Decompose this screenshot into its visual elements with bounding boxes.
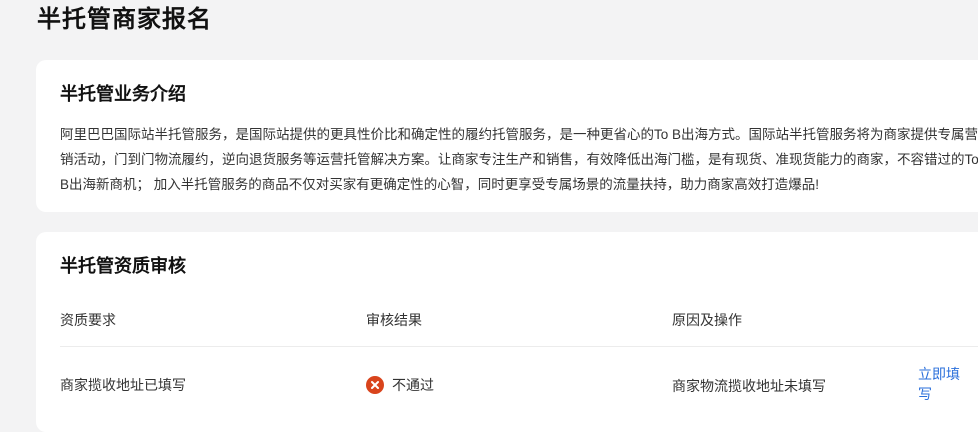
reason-cell: 商家物流揽收地址未填写 (672, 378, 826, 394)
review-card: 半托管资质审核 资质要求 审核结果 原因及操作 商家揽收地址已填写 不通过 商家… (36, 232, 978, 432)
column-header-requirement: 资质要求 (60, 312, 116, 328)
table-row: 商家揽收地址已填写 不通过 商家物流揽收地址未填写 立即填写 (60, 362, 978, 412)
column-header-reason: 原因及操作 (672, 312, 742, 328)
error-circle-icon (366, 376, 384, 394)
fill-now-link[interactable]: 立即填写 (918, 364, 964, 404)
table-divider (60, 346, 978, 347)
result-cell: 不通过 (392, 377, 434, 393)
review-card-title: 半托管资质审核 (60, 256, 186, 276)
table-header: 资质要求 审核结果 原因及操作 (60, 310, 978, 348)
page-title: 半托管商家报名 (37, 6, 212, 33)
intro-description: 阿里巴巴国际站半托管服务，是国际站提供的更具性价比和确定性的履约托管服务，是一种… (60, 127, 978, 192)
intro-card-title: 半托管业务介绍 (60, 84, 186, 104)
column-header-result: 审核结果 (366, 312, 422, 328)
requirement-cell: 商家揽收地址已填写 (60, 377, 186, 393)
intro-card: 半托管业务介绍 阿里巴巴国际站半托管服务，是国际站提供的更具性价比和确定性的履约… (36, 60, 978, 212)
